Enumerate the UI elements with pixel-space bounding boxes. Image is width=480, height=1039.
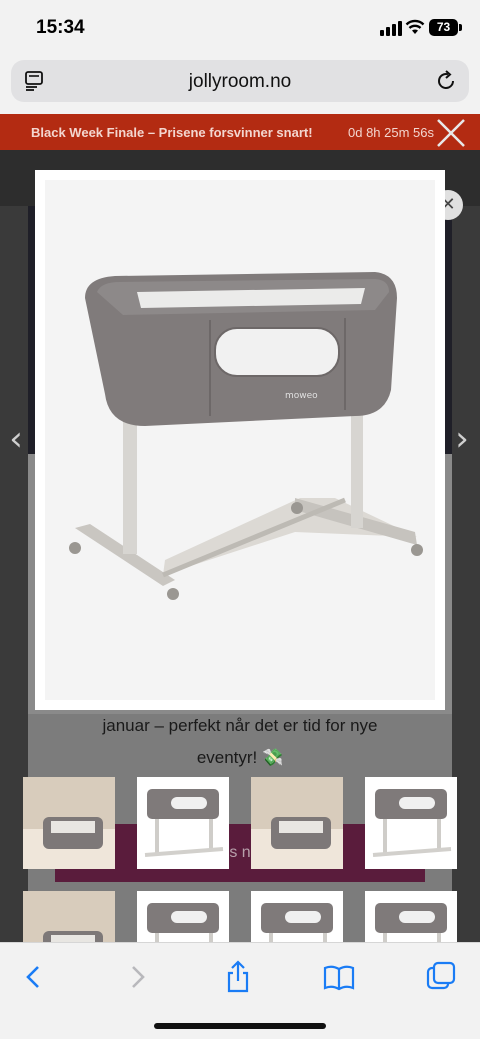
thumbnail-image	[375, 903, 447, 942]
reload-icon[interactable]	[435, 70, 457, 92]
promo-banner: Black Week Finale – Prisene forsvinner s…	[0, 114, 480, 150]
thumbnail-4[interactable]	[365, 777, 457, 869]
status-bar: 15:34 73	[0, 0, 480, 56]
chevron-left-icon[interactable]: ‹	[4, 414, 28, 464]
promo-text: Black Week Finale – Prisene forsvinner s…	[31, 125, 313, 140]
thumbnail-7[interactable]	[251, 891, 343, 942]
chevron-right-icon[interactable]: ›	[450, 414, 474, 464]
thumbnail-image	[23, 891, 115, 942]
wifi-icon	[405, 19, 425, 34]
forward-icon[interactable]	[119, 959, 155, 995]
tabs-icon[interactable]	[423, 959, 459, 995]
thumbnail-image	[372, 789, 452, 857]
url-domain[interactable]: jollyroom.no	[11, 71, 469, 93]
product-image-modal[interactable]: moweo	[35, 170, 445, 710]
thumbnail-image	[147, 903, 219, 942]
home-indicator	[154, 1023, 326, 1029]
promo-timer: 0d 8h 25m 56s	[348, 125, 435, 140]
thumbnail-image	[144, 789, 224, 857]
description-line-1: januar – perfekt når det er tid for nye	[102, 716, 378, 735]
product-image: moweo	[45, 180, 435, 700]
battery-level: 73	[429, 19, 458, 36]
bookmarks-icon[interactable]	[321, 959, 357, 995]
back-icon[interactable]	[16, 959, 52, 995]
thumbnail-8[interactable]	[365, 891, 457, 942]
thumbnail-5[interactable]	[23, 891, 115, 942]
brand-mark: moweo	[285, 391, 318, 401]
thumbnail-6[interactable]	[137, 891, 229, 942]
status-time: 15:34	[36, 17, 85, 38]
thumbnail-3[interactable]	[251, 777, 343, 869]
thumbnail-image	[23, 777, 115, 869]
description-line-2: eventyr! 💸	[196, 748, 284, 767]
close-icon[interactable]	[434, 116, 468, 150]
signal-icon	[380, 20, 402, 36]
thumbnail-image	[251, 777, 343, 869]
battery-nub	[459, 24, 462, 31]
thumbnail-2[interactable]	[137, 777, 229, 869]
share-icon[interactable]	[220, 959, 256, 995]
thumbnail-image	[261, 903, 333, 942]
thumbnail-1[interactable]	[23, 777, 115, 869]
address-bar[interactable]: jollyroom.no	[11, 60, 469, 102]
product-description: januar – perfekt når det er tid for nye …	[28, 710, 452, 774]
bedside-crib-illustration: moweo	[69, 272, 423, 600]
